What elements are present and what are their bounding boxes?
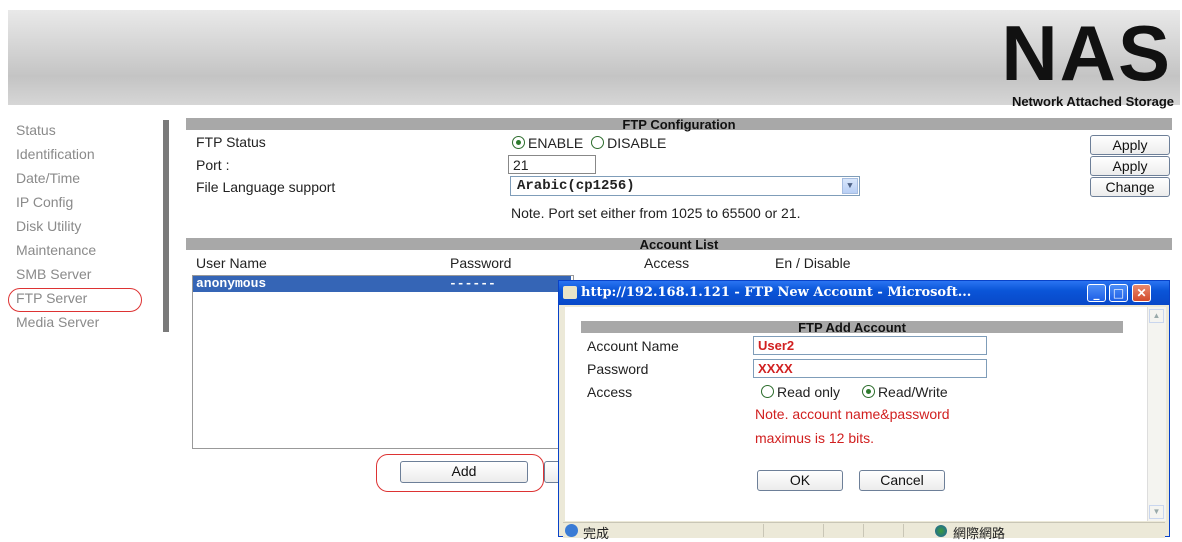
read-only-radio-icon xyxy=(761,385,774,398)
password-input[interactable]: XXXX xyxy=(753,359,987,378)
account-name-label: Account Name xyxy=(587,338,679,354)
sidebar-item-ip-config[interactable]: IP Config xyxy=(16,190,156,214)
sidebar-item-smb-server[interactable]: SMB Server xyxy=(16,262,156,286)
password-label: Password xyxy=(587,361,649,377)
column-header-en-disable: En / Disable xyxy=(775,255,851,271)
sidebar-item-maintenance[interactable]: Maintenance xyxy=(16,238,156,262)
status-zone-text: 網際網路 xyxy=(953,526,1006,541)
port-note: Note. Port set either from 1025 to 65500… xyxy=(511,205,801,221)
port-label: Port : xyxy=(196,157,230,173)
ok-button[interactable]: OK xyxy=(757,470,843,491)
enable-radio-label: ENABLE xyxy=(528,135,584,151)
maximize-icon[interactable]: □ xyxy=(1109,284,1128,302)
status-done-text: 完成 xyxy=(583,526,610,541)
globe-icon xyxy=(935,525,947,537)
nas-logo: NAS Network Attached Storage xyxy=(933,9,1178,109)
read-write-radio[interactable]: Read/Write xyxy=(861,384,948,400)
port-input[interactable]: 21 xyxy=(508,155,596,174)
enable-radio-icon xyxy=(512,136,525,149)
disable-radio[interactable]: DISABLE xyxy=(591,135,666,151)
popup-status-bar: 完成 網際網路 xyxy=(563,522,1165,541)
window-title: http://192.168.1.121 - FTP New Account -… xyxy=(581,285,972,300)
account-note-line2: maximus is 12 bits. xyxy=(755,430,875,446)
cancel-button[interactable]: Cancel xyxy=(859,470,945,491)
logo-subtitle: Network Attached Storage xyxy=(1011,94,1174,109)
account-name-input[interactable]: User2 xyxy=(753,336,987,355)
disable-radio-icon xyxy=(591,136,605,149)
sidebar-item-identification[interactable]: Identification xyxy=(16,142,156,166)
sidebar-divider xyxy=(163,120,169,332)
sidebar-item-status[interactable]: Status xyxy=(16,118,156,142)
disable-radio-label: DISABLE xyxy=(607,135,667,151)
header-banner: NAS Network Attached Storage xyxy=(8,9,1180,109)
status-divider xyxy=(863,524,864,537)
column-header-access: Access xyxy=(644,255,690,271)
read-only-radio[interactable]: Read only xyxy=(761,384,840,400)
status-divider xyxy=(823,524,824,537)
access-label: Access xyxy=(587,384,633,400)
window-titlebar[interactable]: http://192.168.1.121 - FTP New Account -… xyxy=(559,281,1169,305)
status-divider xyxy=(763,524,764,537)
status-divider xyxy=(903,524,904,537)
ftp-status-radio-group: ENABLE DISABLE xyxy=(512,135,666,151)
minimize-icon[interactable]: _ xyxy=(1087,284,1106,302)
account-listbox[interactable] xyxy=(192,275,574,449)
ie-page-icon xyxy=(563,286,577,299)
account-list-heading: Account List xyxy=(186,238,1172,251)
close-icon[interactable]: ✕ xyxy=(1132,284,1151,302)
file-language-select[interactable]: Arabic(cp1256) ▼ xyxy=(510,176,860,196)
scroll-down-icon[interactable]: ▼ xyxy=(1149,505,1164,519)
account-note-line1: Note. account name&password xyxy=(755,406,950,422)
account-password: ------ xyxy=(449,276,496,291)
logo-text: NAS xyxy=(1001,9,1172,97)
sidebar-item-disk-utility[interactable]: Disk Utility xyxy=(16,214,156,238)
chevron-down-icon[interactable]: ▼ xyxy=(842,178,858,194)
table-row[interactable]: anonymous ------ xyxy=(193,276,571,292)
ftp-configuration-heading: FTP Configuration xyxy=(186,118,1172,131)
ftp-add-account-heading: FTP Add Account xyxy=(581,321,1123,334)
file-language-label: File Language support xyxy=(196,179,336,195)
apply-status-button[interactable]: Apply xyxy=(1090,135,1170,155)
enable-radio[interactable]: ENABLE xyxy=(512,135,583,151)
add-button-highlight-circle xyxy=(376,454,544,492)
scroll-up-icon[interactable]: ▲ xyxy=(1149,309,1164,323)
access-radio-group: Read only Read/Write xyxy=(761,384,948,400)
popup-scrollbar[interactable]: ▲ ▼ xyxy=(1147,307,1166,521)
apply-port-button[interactable]: Apply xyxy=(1090,156,1170,176)
read-write-label: Read/Write xyxy=(877,384,948,400)
sidebar-item-media-server[interactable]: Media Server xyxy=(16,310,156,334)
column-header-password: Password xyxy=(450,255,512,271)
file-language-value: Arabic(cp1256) xyxy=(517,178,635,194)
read-write-radio-icon xyxy=(861,385,875,398)
ftp-new-account-window: http://192.168.1.121 - FTP New Account -… xyxy=(558,280,1170,541)
column-header-user-name: User Name xyxy=(196,255,267,271)
ie-status-icon xyxy=(565,524,578,537)
ftp-server-highlight-circle xyxy=(8,288,142,312)
read-only-label: Read only xyxy=(777,384,841,400)
ftp-status-label: FTP Status xyxy=(196,134,266,150)
popup-content: FTP Add Account Account Name User2 Passw… xyxy=(565,307,1147,521)
sidebar-item-date-time[interactable]: Date/Time xyxy=(16,166,156,190)
change-language-button[interactable]: Change xyxy=(1090,177,1170,197)
account-user-name: anonymous xyxy=(196,276,267,291)
